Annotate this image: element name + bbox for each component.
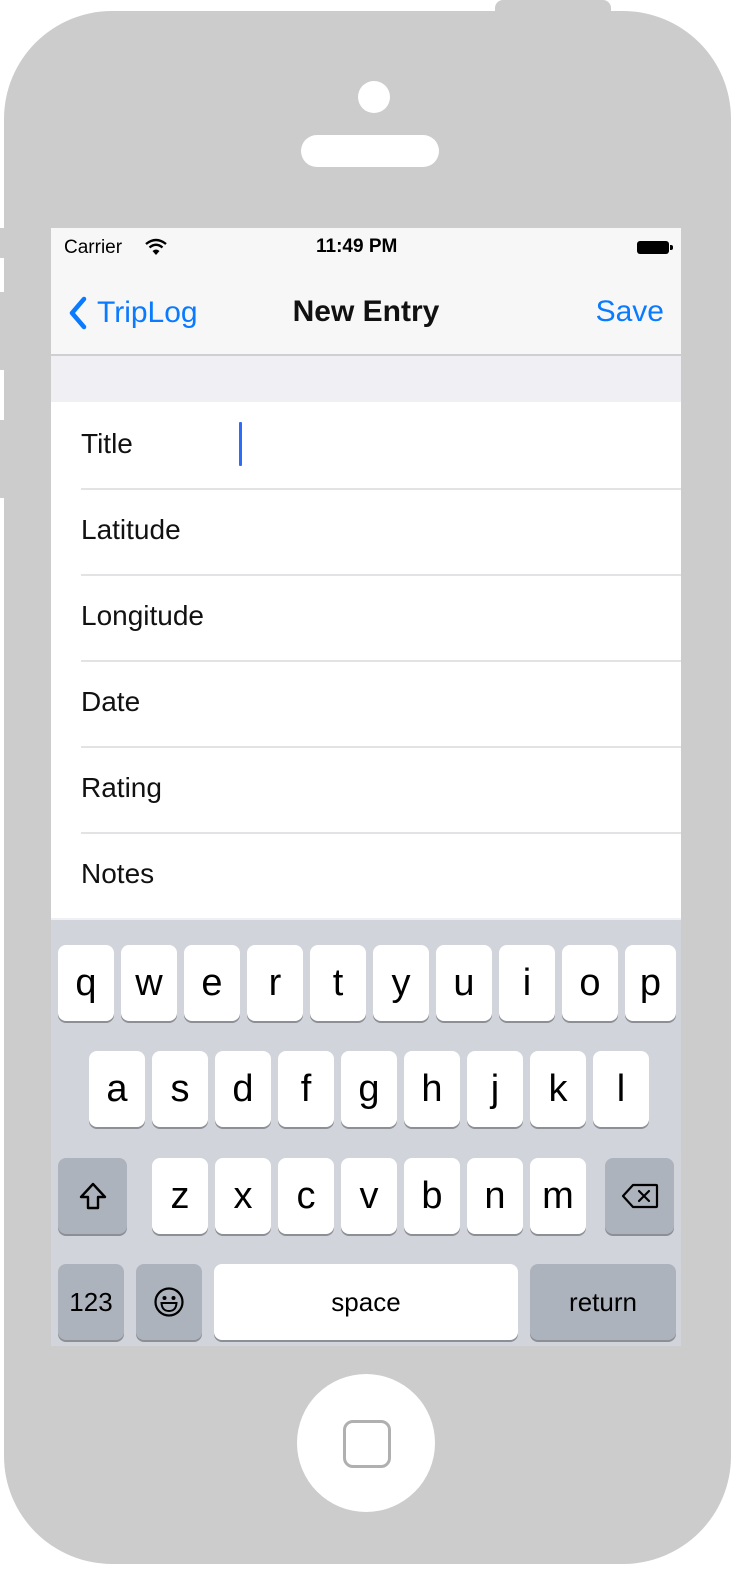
title-field-label: Title [81, 428, 133, 459]
shift-icon [79, 1182, 106, 1210]
text-cursor [239, 422, 242, 466]
delete-icon [621, 1183, 658, 1209]
shift-key[interactable] [58, 1158, 127, 1234]
numbers-key[interactable]: 123 [58, 1264, 124, 1340]
home-button[interactable] [297, 1374, 435, 1512]
key-s[interactable]: s [152, 1051, 208, 1127]
rating-field-label: Rating [81, 772, 162, 803]
key-i[interactable]: i [499, 945, 555, 1021]
save-button[interactable]: Save [596, 295, 664, 329]
date-field[interactable]: Date [51, 660, 681, 746]
key-m[interactable]: m [530, 1158, 586, 1234]
battery-icon [637, 241, 673, 254]
longitude-field[interactable]: Longitude [51, 574, 681, 660]
entry-form: Title Latitude Longitude Date Rating Not… [51, 402, 681, 918]
status-bar: Carrier 11:49 PM [51, 228, 681, 268]
home-square-icon [343, 1420, 391, 1468]
key-t[interactable]: t [310, 945, 366, 1021]
phone-screen: Carrier 11:49 PM TripLog New Entry Save … [51, 228, 681, 1346]
date-field-label: Date [81, 686, 141, 717]
key-o[interactable]: o [562, 945, 618, 1021]
space-key[interactable]: space [214, 1264, 518, 1340]
key-w[interactable]: w [121, 945, 177, 1021]
key-f[interactable]: f [278, 1051, 334, 1127]
notes-field-label: Notes [81, 858, 155, 889]
key-p[interactable]: p [625, 945, 676, 1021]
key-q[interactable]: q [58, 945, 114, 1021]
key-x[interactable]: x [215, 1158, 271, 1234]
clock: 11:49 PM [316, 236, 398, 257]
latitude-field-label: Latitude [81, 514, 181, 545]
navigation-bar: TripLog New Entry Save [51, 268, 681, 356]
delete-key[interactable] [605, 1158, 674, 1234]
key-j[interactable]: j [467, 1051, 523, 1127]
key-y[interactable]: y [373, 945, 429, 1021]
key-d[interactable]: d [215, 1051, 271, 1127]
key-e[interactable]: e [184, 945, 240, 1021]
page-title: New Entry [292, 295, 440, 328]
notes-field[interactable]: Notes [51, 832, 681, 918]
return-key[interactable]: return [530, 1264, 676, 1340]
key-a[interactable]: a [89, 1051, 145, 1127]
wifi-icon [145, 238, 167, 255]
earpiece-speaker [301, 135, 439, 167]
key-u[interactable]: u [436, 945, 492, 1021]
key-c[interactable]: c [278, 1158, 334, 1234]
title-field[interactable]: Title [51, 402, 681, 488]
key-l[interactable]: l [593, 1051, 649, 1127]
emoji-key[interactable] [136, 1264, 202, 1340]
key-k[interactable]: k [530, 1051, 586, 1127]
key-v[interactable]: v [341, 1158, 397, 1234]
key-r[interactable]: r [247, 945, 303, 1021]
carrier-label: Carrier [64, 237, 123, 258]
key-h[interactable]: h [404, 1051, 460, 1127]
latitude-field[interactable]: Latitude [51, 488, 681, 574]
longitude-field-label: Longitude [81, 600, 205, 631]
emoji-icon [154, 1287, 184, 1317]
key-z[interactable]: z [152, 1158, 208, 1234]
front-camera [358, 81, 390, 113]
keyboard: q w e r t y u i o p a s d f g h j k l z … [51, 920, 681, 1346]
rating-field[interactable]: Rating [51, 746, 681, 832]
key-g[interactable]: g [341, 1051, 397, 1127]
key-b[interactable]: b [404, 1158, 460, 1234]
key-n[interactable]: n [467, 1158, 523, 1234]
